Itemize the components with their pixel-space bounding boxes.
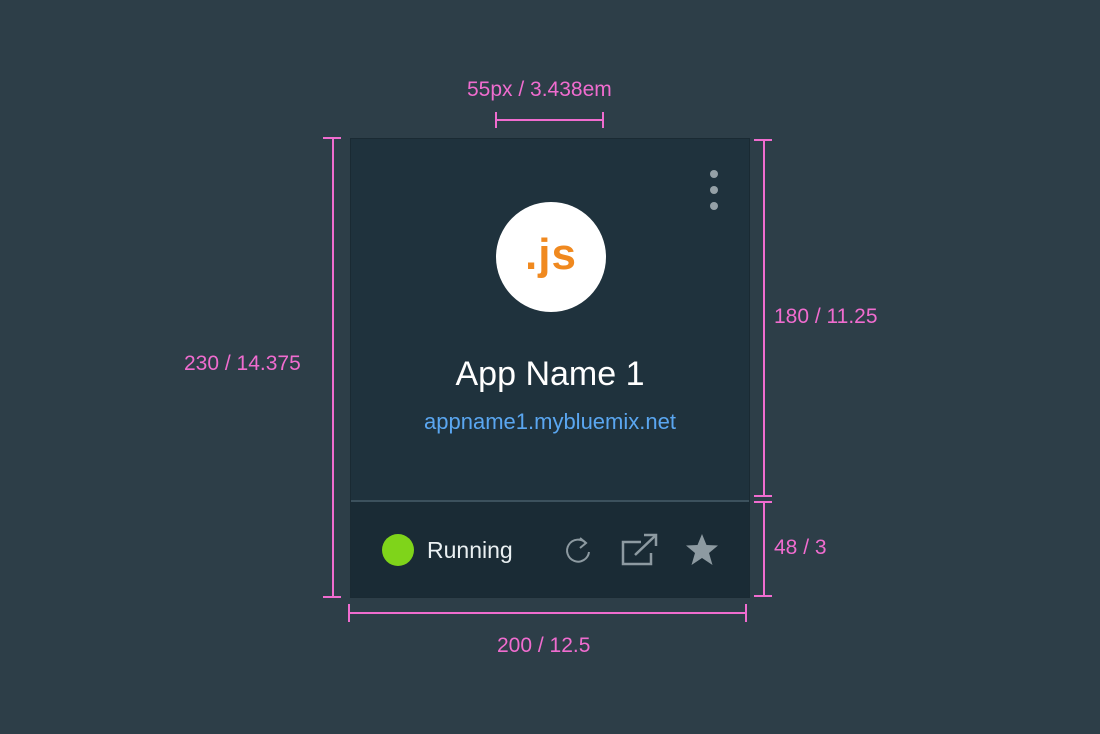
restart-icon[interactable] (564, 533, 596, 567)
app-card[interactable]: .js App Name 1 appname1.mybluemix.net Ru… (351, 139, 749, 597)
nodejs-icon: .js (496, 202, 606, 312)
total-height-label: 230 / 14.375 (184, 352, 301, 375)
footer-height-line-cap-top (754, 501, 772, 503)
footer-height-label: 48 / 3 (774, 536, 827, 559)
card-width-line-cap-right (745, 604, 747, 622)
total-height-line-cap-bottom (323, 596, 341, 598)
body-height-line (763, 140, 765, 497)
card-width-label: 200 / 12.5 (497, 634, 591, 657)
footer-height-line-cap-bottom (754, 595, 772, 597)
kebab-icon[interactable] (704, 167, 724, 213)
icon-width-label: 55px / 3.438em (467, 78, 612, 101)
total-height-line (332, 138, 334, 597)
status-label: Running (427, 537, 513, 563)
star-icon[interactable] (684, 533, 720, 567)
card-width-line-cap-left (348, 604, 350, 622)
app-name: App Name 1 (455, 355, 645, 393)
card-width-line (349, 612, 747, 614)
footer-height-line (763, 502, 765, 596)
icon-width-line-cap-right (602, 112, 604, 128)
card-body: .js App Name 1 appname1.mybluemix.net (351, 139, 749, 502)
icon-width-line-cap-left (495, 112, 497, 128)
body-height-label: 180 / 11.25 (774, 305, 878, 328)
card-footer: Running (351, 502, 749, 597)
launch-icon[interactable] (621, 533, 659, 567)
app-url-link[interactable]: appname1.mybluemix.net (351, 409, 749, 435)
status-indicator (382, 534, 414, 566)
body-height-line-cap-bottom (754, 495, 772, 497)
total-height-line-cap-top (323, 137, 341, 139)
app-icon-label: .js (525, 230, 577, 279)
body-height-line-cap-top (754, 139, 772, 141)
icon-width-line (495, 119, 604, 121)
